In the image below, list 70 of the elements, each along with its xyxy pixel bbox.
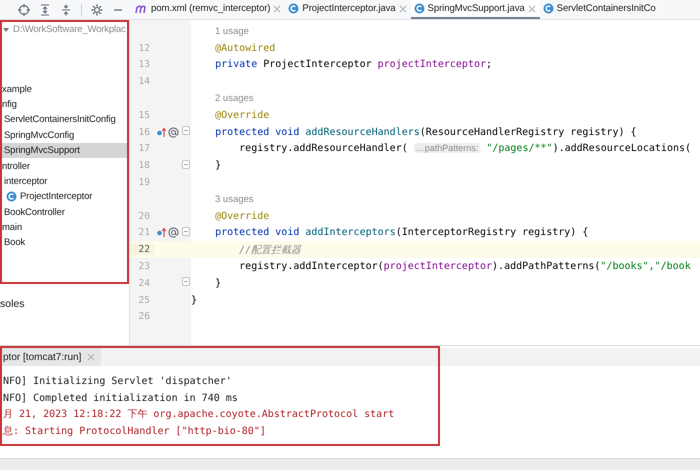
line-number: 15 [138,110,151,121]
editor-tab[interactable]: pom.xml (remvc_interceptor) [132,0,286,19]
line-number: 13 [138,59,151,70]
code-line: //配置拦截器 [238,244,302,257]
override-icon[interactable] [157,126,166,138]
line-number: 25 [138,294,151,306]
line-number: 14 [138,76,151,88]
line-number: 19 [138,177,151,188]
caret-icon[interactable] [2,26,10,34]
class-icon [542,3,554,14]
line-number: 24 [138,278,151,289]
maven-icon [135,3,148,14]
tree-item[interactable]: SpringMvcConfig [2,128,127,143]
tree-item[interactable]: Book [2,235,127,251]
code-line: @Override [214,210,270,222]
editor-tab[interactable]: SpringMvcSupport.java [410,0,540,19]
fold-icon[interactable] [182,277,190,286]
expand-all-icon[interactable] [39,4,51,16]
console-line: 息: Starting ProtocolHandler ["http-bio-80"] [3,424,267,440]
line-number: 22 [130,244,154,256]
console-tab[interactable]: ptor [tomcat7:run] [0,348,102,366]
line-number: 20 [138,210,151,222]
tree-item[interactable]: ProjectInterceptor [2,189,127,205]
code-line: protected void addInterceptors(InterceptorRegistry registry) { [214,227,590,238]
settings-icon[interactable] [91,4,103,16]
override-icon[interactable] [157,227,166,238]
close-icon[interactable] [398,4,407,12]
close-icon[interactable] [273,4,282,12]
line-number: 21 [138,227,151,238]
class-icon [288,3,300,14]
code-line: protected void addResourceHandlers(ResourceHandlerRegistry registry) { [214,126,638,138]
console-line: NFO] Initializing Servlet 'dispatcher' [3,375,233,389]
fold-icon[interactable] [182,160,190,169]
close-icon[interactable] [528,4,536,12]
line-number: 16 [138,126,151,138]
code-line: registry.addResourceHandler( …pathPatterns: "/pages/**").addResourceLocations( [238,143,692,154]
code-line: } [214,278,222,289]
line-number: 26 [138,311,151,322]
code-line: @Autowired [214,42,276,54]
console-line: NFO] Completed initialization in 740 ms [3,392,239,406]
tree-item[interactable]: soles [0,298,129,310]
code-line: } [191,294,198,306]
fold-icon[interactable] [182,126,190,136]
class-icon [6,191,17,202]
tree-item[interactable]: ServletContainersInitConfig [2,112,127,128]
fold-icon[interactable] [182,226,190,236]
usage-hint[interactable]: 3 usages [191,194,700,205]
at-sign-icon[interactable] [168,126,179,138]
line-number: 17 [138,143,151,154]
tree-item[interactable]: xample [2,81,127,97]
code-line: } [214,160,222,172]
tree-item[interactable]: SpringMvcSupport [2,142,127,158]
console-line: 月 21, 2023 12:18:22 下午 org.apache.coyote.AbstractProtocol start [3,408,396,422]
at-sign-icon[interactable] [168,227,179,238]
editor-tab[interactable]: ProjectInterceptor.java [285,0,411,19]
class-icon [414,3,425,14]
collapse-all-icon[interactable] [60,4,72,16]
tree-item[interactable]: nfig [2,96,127,112]
editor-tab[interactable]: ServletContainersInitCo [540,0,660,19]
line-number: 18 [138,160,151,172]
tree-item[interactable]: ntroller [2,158,127,174]
code-line: @Override [214,110,270,121]
line-number: 12 [138,42,151,54]
tree-item[interactable]: BookController [2,204,127,220]
tree-item[interactable]: main [2,220,127,236]
code-line: registry.addInterceptor(projectInterceptor).addPathPatterns("/books","/book [238,261,692,272]
code-line: private ProjectInterceptor projectInterceptor; [214,59,494,70]
tree-item[interactable]: interceptor [2,174,127,190]
line-number: 23 [138,261,151,272]
locate-icon[interactable] [18,4,30,16]
